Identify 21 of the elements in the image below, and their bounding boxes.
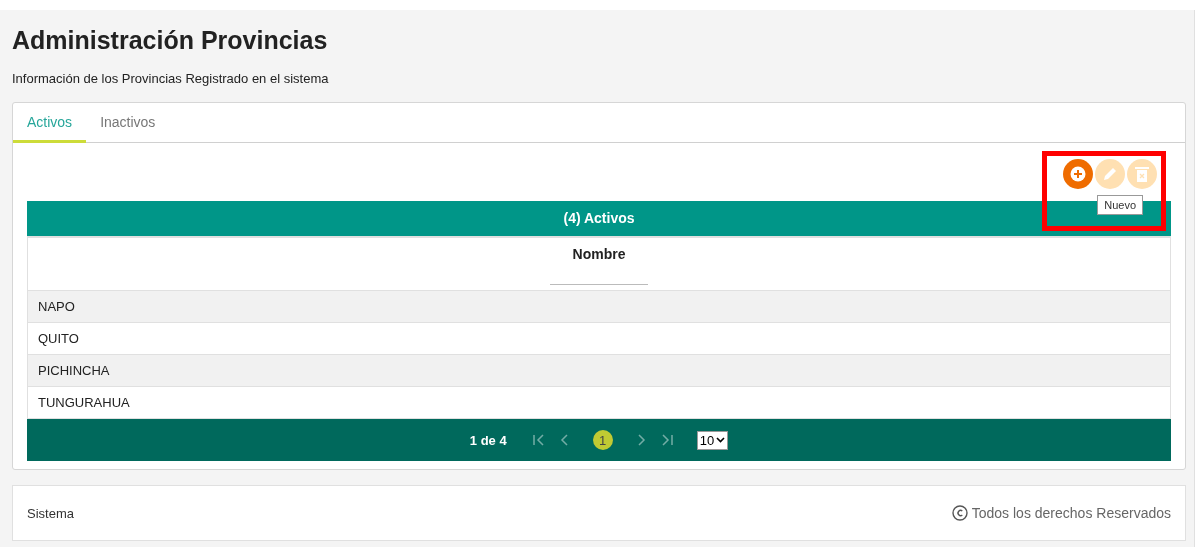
page-subtitle: Información de los Provincias Registrado en el sistema	[12, 71, 330, 86]
footer-text: Sistema	[27, 505, 74, 521]
plus-icon	[1070, 166, 1086, 182]
chevron-icon	[716, 437, 726, 443]
page-report: 1 de 4	[469, 432, 507, 448]
copyright-text: Todos los derechos Reservados	[971, 505, 1171, 521]
table-cell: QUITO	[27, 323, 1171, 355]
tooltip: Nuevo	[1097, 195, 1143, 215]
page-title: Administración Provincias	[12, 26, 329, 55]
copyright-icon	[951, 505, 968, 521]
tab[interactable]: Activos	[13, 103, 87, 143]
table-cell: TUNGURAHUA	[27, 387, 1171, 419]
page-size-select[interactable]: 10	[696, 430, 729, 450]
table-cell: PICHINCHA	[27, 355, 1171, 387]
pencil-icon	[1102, 166, 1118, 182]
trash-icon	[1135, 166, 1149, 182]
column-header: Nombre	[572, 246, 626, 262]
add-button[interactable]	[1063, 159, 1093, 189]
tab[interactable]: Inactivos	[86, 103, 170, 143]
page-button[interactable]: 1	[592, 430, 613, 450]
table-cell: NAPO	[27, 291, 1171, 323]
